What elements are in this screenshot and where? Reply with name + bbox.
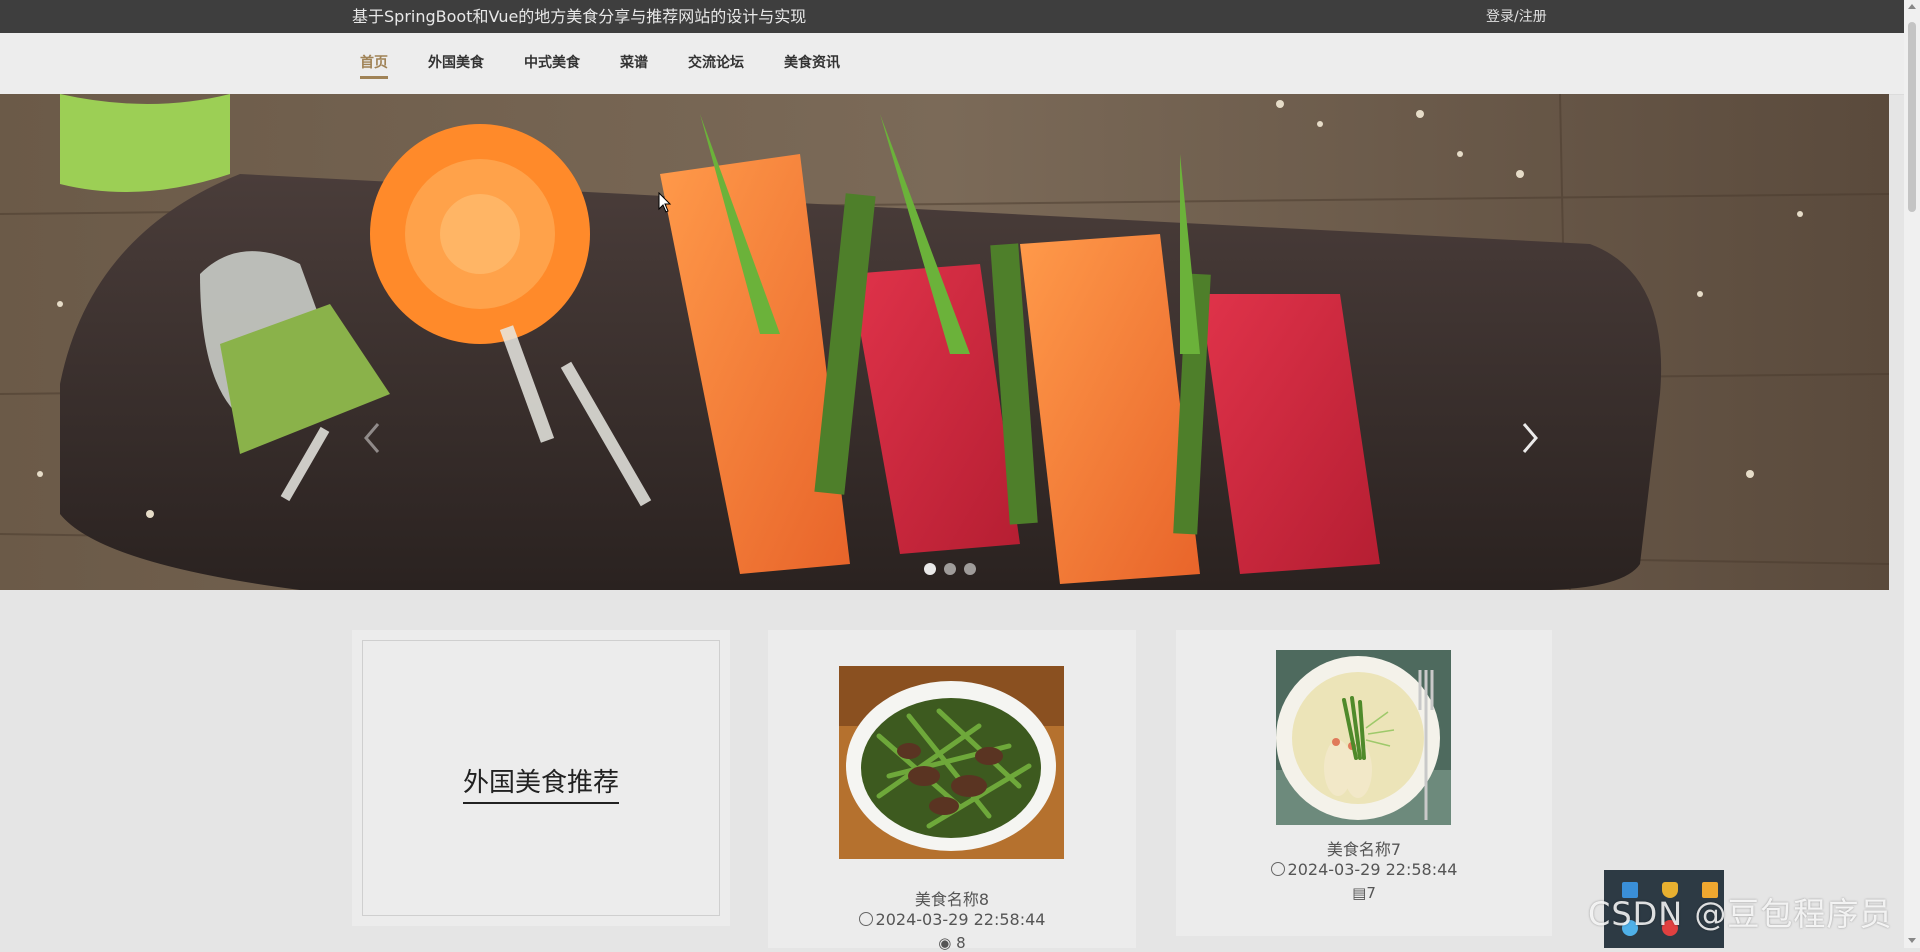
nav-item-home[interactable]: 首页: [360, 53, 388, 73]
food-views-count: 8: [956, 934, 966, 952]
carousel-dot-1[interactable]: [924, 563, 936, 575]
main-nav: 首页 外国美食 中式美食 菜谱 交流论坛 美食资讯: [0, 33, 1904, 95]
carousel-prev-button[interactable]: [358, 416, 388, 460]
section-title: 外国美食推荐: [462, 768, 619, 804]
top-bar: 基于SpringBoot和Vue的地方美食分享与推荐网站的设计与实现 登录/注册: [0, 0, 1904, 33]
food-card[interactable]: 美食名称7 2024-03-29 22:58:44 ▤7: [1176, 630, 1552, 936]
active-nav-indicator: [360, 76, 388, 79]
foreign-food-section-card: 外国美食推荐: [352, 630, 730, 926]
clock-icon: [1270, 862, 1285, 876]
login-register-link[interactable]: 登录/注册: [1486, 8, 1547, 26]
carousel-next-button[interactable]: [1514, 416, 1544, 460]
food-views: ▤7: [1176, 884, 1552, 902]
hero-carousel[interactable]: [0, 94, 1889, 590]
nav-item-forum[interactable]: 交流论坛: [688, 53, 744, 73]
carousel-dot-2[interactable]: [944, 563, 956, 575]
scroll-thumb[interactable]: [1908, 22, 1916, 212]
food-date: 2024-03-29 22:58:44: [1176, 860, 1552, 879]
carousel-slide-image: [0, 94, 1889, 590]
site-title: 基于SpringBoot和Vue的地方美食分享与推荐网站的设计与实现: [352, 7, 807, 26]
nav-item-news[interactable]: 美食资讯: [784, 53, 840, 73]
scroll-down-icon[interactable]: [1908, 938, 1916, 943]
food-views: ◉ 8: [768, 934, 1136, 952]
eye-icon: ◉: [938, 934, 952, 952]
food-date: 2024-03-29 22:58:44: [768, 910, 1136, 929]
nav-item-foreign-food[interactable]: 外国美食: [428, 53, 484, 73]
food-date-text: 2024-03-29 22:58:44: [875, 910, 1046, 929]
food-views-count: 7: [1366, 884, 1376, 902]
food-image[interactable]: [1276, 650, 1451, 825]
food-name: 美食名称7: [1326, 840, 1402, 859]
food-date-text: 2024-03-29 22:58:44: [1287, 860, 1458, 879]
chevron-right-icon: [1514, 416, 1544, 460]
page-scrollbar[interactable]: [1904, 0, 1920, 948]
comment-icon: ▤: [1352, 884, 1367, 902]
scroll-up-icon[interactable]: [1908, 4, 1916, 9]
watermark-text: CSDN @豆包程序员: [1588, 895, 1893, 933]
mouse-cursor-icon: [658, 191, 672, 218]
food-image[interactable]: [839, 666, 1064, 859]
nav-item-recipes[interactable]: 菜谱: [620, 53, 648, 73]
section-title-wrap: 外国美食推荐: [363, 767, 719, 804]
nav-item-chinese-food[interactable]: 中式美食: [524, 53, 580, 73]
clock-icon: [858, 912, 873, 926]
section-card-frame: 外国美食推荐: [362, 640, 720, 916]
food-name: 美食名称8: [914, 890, 990, 909]
chevron-left-icon: [358, 416, 388, 460]
carousel-dot-3[interactable]: [964, 563, 976, 575]
food-card[interactable]: 美食名称8 2024-03-29 22:58:44 ◉ 8: [768, 630, 1136, 952]
